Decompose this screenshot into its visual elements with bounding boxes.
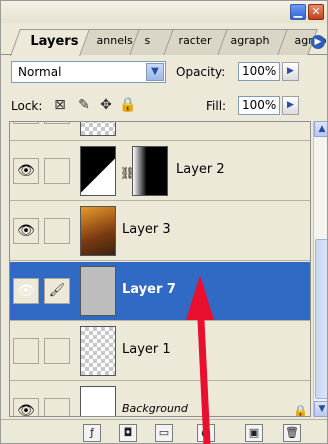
layer-row[interactable]: 👁 ⛓ Layer 2 bbox=[10, 142, 310, 201]
scroll-up-icon[interactable]: ▲ bbox=[314, 121, 327, 137]
eye-icon[interactable]: 👁 bbox=[13, 218, 39, 244]
layer-thumbnail bbox=[80, 146, 116, 196]
layer-name: Layer 2 bbox=[176, 162, 225, 177]
layer-thumbnail bbox=[80, 326, 116, 376]
layer-row[interactable] bbox=[10, 122, 310, 141]
minimize-icon[interactable]: ▁ bbox=[290, 4, 306, 20]
layers-bottom-toolbar: ƒ ◘ ▭ ◐ ▣ 🗑 bbox=[1, 419, 327, 443]
tab-menu-arrow-icon[interactable]: ▶ bbox=[311, 35, 325, 49]
blend-mode-select[interactable]: Normal ▼ bbox=[11, 61, 166, 83]
lock-position-icon[interactable]: ✥ bbox=[97, 96, 115, 114]
layers-list: 👁 ⛓ Layer 2 👁 Layer 3 👁 🖌 Layer 7 Layer … bbox=[9, 121, 311, 417]
adjustment-layer-icon[interactable]: ◐ bbox=[197, 424, 215, 442]
eye-icon[interactable]: 👁 bbox=[13, 158, 39, 184]
layer-row[interactable]: 👁 Background 🔒 bbox=[10, 382, 310, 417]
layer-thumbnail bbox=[80, 266, 116, 316]
layer-row[interactable]: Layer 1 bbox=[10, 322, 310, 381]
link-toggle[interactable] bbox=[44, 158, 70, 184]
panel-title-bar: ▁ ✕ bbox=[1, 1, 327, 23]
mask-thumbnail bbox=[132, 146, 168, 196]
eye-icon[interactable]: 👁 bbox=[13, 278, 39, 304]
brush-icon[interactable]: 🖌 bbox=[44, 278, 70, 304]
layer-thumbnail bbox=[80, 386, 116, 416]
layer-row-selected[interactable]: 👁 🖌 Layer 7 bbox=[10, 262, 310, 321]
layer-row[interactable]: 👁 Layer 3 bbox=[10, 202, 310, 261]
blend-mode-value: Normal bbox=[18, 65, 62, 79]
layer-thumbnail bbox=[80, 206, 116, 256]
add-mask-icon[interactable]: ◘ bbox=[119, 424, 137, 442]
close-icon[interactable]: ✕ bbox=[308, 4, 324, 20]
trash-icon[interactable]: 🗑 bbox=[283, 424, 301, 442]
lock-label: Lock: bbox=[11, 99, 43, 113]
opacity-field[interactable]: 100% bbox=[238, 62, 280, 81]
layer-thumbnail bbox=[80, 122, 116, 136]
lock-all-icon[interactable]: 🔒 bbox=[119, 96, 137, 114]
layer-name: Layer 7 bbox=[122, 282, 176, 297]
lock-icon: 🔒 bbox=[293, 404, 308, 417]
fill-label: Fill: bbox=[206, 99, 227, 113]
opacity-label: Opacity: bbox=[176, 65, 226, 79]
fill-field[interactable]: 100% bbox=[238, 96, 280, 115]
visibility-toggle[interactable] bbox=[13, 122, 39, 124]
lock-image-pixels-icon[interactable]: ✎ bbox=[75, 96, 93, 114]
scroll-thumb[interactable] bbox=[315, 239, 327, 399]
layers-scrollbar[interactable]: ▲ ▼ bbox=[313, 121, 327, 417]
chevron-down-icon[interactable]: ▼ bbox=[146, 63, 164, 81]
scroll-down-icon[interactable]: ▼ bbox=[314, 401, 327, 417]
opacity-arrow-icon[interactable]: ▶ bbox=[282, 62, 299, 81]
link-toggle[interactable] bbox=[44, 218, 70, 244]
tab-layers[interactable]: Layers bbox=[10, 29, 90, 56]
panel-tabs: agraph agraph racter s annels Layers ▶ bbox=[1, 23, 327, 56]
new-group-icon[interactable]: ▭ bbox=[155, 424, 173, 442]
layers-panel: ▁ ✕ agraph agraph racter s annels Layers… bbox=[0, 0, 328, 444]
layer-name: Background bbox=[122, 402, 188, 415]
link-toggle[interactable] bbox=[44, 122, 70, 124]
layer-style-icon[interactable]: ƒ bbox=[83, 424, 101, 442]
eye-icon[interactable]: 👁 bbox=[13, 398, 39, 416]
visibility-toggle[interactable] bbox=[13, 338, 39, 364]
link-toggle[interactable] bbox=[44, 338, 70, 364]
lock-transparent-pixels-icon[interactable]: ⊠ bbox=[51, 96, 69, 114]
layer-name: Layer 1 bbox=[122, 342, 171, 357]
new-layer-icon[interactable]: ▣ bbox=[245, 424, 263, 442]
fill-arrow-icon[interactable]: ▶ bbox=[282, 96, 299, 115]
link-toggle[interactable] bbox=[44, 398, 70, 416]
layer-name: Layer 3 bbox=[122, 222, 171, 237]
